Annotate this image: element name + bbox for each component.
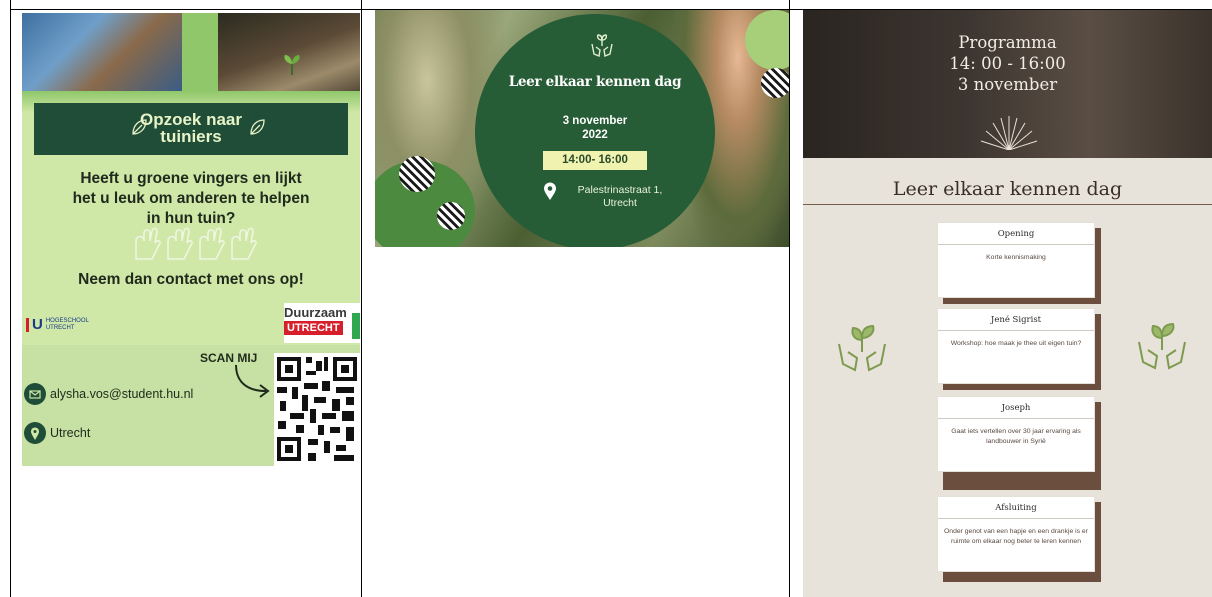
logo-letter: U bbox=[32, 316, 43, 333]
logo-text-1: Duurzaam bbox=[284, 305, 347, 320]
qr-code[interactable] bbox=[274, 353, 360, 466]
program-item-description: Workshop: hoe maak je thee uit eigen tui… bbox=[950, 340, 1082, 347]
event-date-day: 3 november bbox=[562, 115, 628, 127]
hogeschool-utrecht-logo: U HOGESCHOOL UTRECHT bbox=[26, 316, 89, 333]
banner-title-line-1: Opzoek naar bbox=[139, 110, 243, 129]
mail-icon bbox=[24, 383, 46, 405]
program-item-name: Afsluiting bbox=[938, 497, 1094, 519]
email-contact: alysha.vos@student.hu.nl bbox=[24, 383, 193, 405]
table-border-left bbox=[10, 0, 11, 597]
event-title: Leer elkaar kennen dag bbox=[508, 74, 682, 90]
question-line-2: het u leuk om anderen te helpen bbox=[72, 190, 310, 207]
question-line-3: in hun tuin? bbox=[146, 210, 236, 227]
header-line-3: 3 november bbox=[957, 75, 1058, 94]
logo-text-2: UTRECHT bbox=[284, 321, 343, 335]
program-item-description: Onder genot van een hapje en een drankje… bbox=[944, 528, 1088, 545]
program-item-name: Joseph bbox=[938, 397, 1094, 419]
program-item-description: Gaat iets vertellen over 30 jaar ervarin… bbox=[951, 428, 1081, 445]
leaf-outline-icon bbox=[250, 119, 265, 135]
gardening-gloves-icon bbox=[135, 227, 257, 260]
header-line-2: 14: 00 - 16:00 bbox=[949, 54, 1066, 73]
title-banner: Opzoek naar tuiniers bbox=[34, 103, 348, 155]
program-header: Programma 14: 00 - 16:00 3 november bbox=[803, 10, 1212, 158]
program-title: Leer elkaar kennen dag bbox=[892, 178, 1123, 200]
program-sheet: Programma 14: 00 - 16:00 3 november Leer… bbox=[803, 10, 1212, 597]
striped-circle-decoration bbox=[437, 202, 465, 230]
event-date: 3 november 2022 bbox=[475, 114, 715, 142]
event-date-year: 2022 bbox=[582, 129, 608, 141]
hands-seedling-icon bbox=[838, 324, 886, 372]
card-face: Jené Sigrist Workshop: hoe maak je thee … bbox=[937, 308, 1095, 384]
question-line-1: Heeft u groene vingers en lijkt bbox=[80, 170, 302, 187]
address-city: Utrecht bbox=[603, 197, 637, 209]
program-item-description: Korte kennismaking bbox=[986, 254, 1046, 261]
event-time: 14:00- 16:00 bbox=[543, 151, 647, 170]
duurzaam-utrecht-logo: Duurzaam UTRECHT bbox=[284, 303, 360, 343]
location-contact: Utrecht bbox=[24, 422, 90, 444]
striped-circle-decoration bbox=[399, 156, 435, 192]
hands-circle-photo bbox=[22, 13, 182, 91]
header-line-1: Programma bbox=[958, 33, 1057, 52]
title-divider bbox=[803, 204, 1212, 205]
flyer-question: Heeft u groene vingers en lijkt het u le… bbox=[22, 169, 360, 229]
card-face: Afsluiting Onder genot van een hapje en … bbox=[937, 496, 1095, 572]
seedling-icon bbox=[284, 55, 300, 75]
striped-circle-decoration bbox=[761, 68, 789, 98]
program-item-name: Opening bbox=[938, 223, 1094, 245]
table-border-divider-1 bbox=[361, 0, 362, 597]
sunburst-icon bbox=[980, 116, 1038, 150]
location-pin-icon bbox=[544, 182, 556, 200]
invitation-card: Leer elkaar kennen dag 3 november 2022 1… bbox=[375, 10, 789, 247]
email-address[interactable]: alysha.vos@student.hu.nl bbox=[50, 387, 193, 401]
curved-arrow-icon bbox=[235, 364, 270, 398]
program-header-text: Programma 14: 00 - 16:00 3 november bbox=[803, 32, 1212, 95]
card-face: Joseph Gaat iets vertellen over 30 jaar … bbox=[937, 396, 1095, 472]
table-border-divider-2 bbox=[789, 0, 790, 597]
banner-title-line-2: tuiniers bbox=[160, 127, 222, 146]
logo-text-2: UTRECHT bbox=[45, 324, 75, 331]
logo-text-1: HOGESCHOOL bbox=[45, 317, 89, 324]
event-address: Palestrinastraat 1, Utrecht bbox=[565, 184, 675, 210]
hands-seedling-icon bbox=[1138, 322, 1186, 370]
hands-seedling-icon bbox=[591, 34, 613, 57]
card-face: Opening Korte kennismaking bbox=[937, 222, 1095, 298]
call-to-action: Neem dan contact met ons op! bbox=[78, 271, 304, 288]
recruitment-flyer: Opzoek naar tuiniers Heeft u groene ving… bbox=[22, 13, 360, 466]
location-pin-icon bbox=[24, 422, 46, 444]
program-item-name: Jené Sigrist bbox=[938, 309, 1094, 331]
city-name: Utrecht bbox=[50, 426, 91, 440]
banner-title: Opzoek naar tuiniers bbox=[34, 111, 348, 145]
address-street: Palestrinastraat 1, bbox=[577, 184, 663, 196]
